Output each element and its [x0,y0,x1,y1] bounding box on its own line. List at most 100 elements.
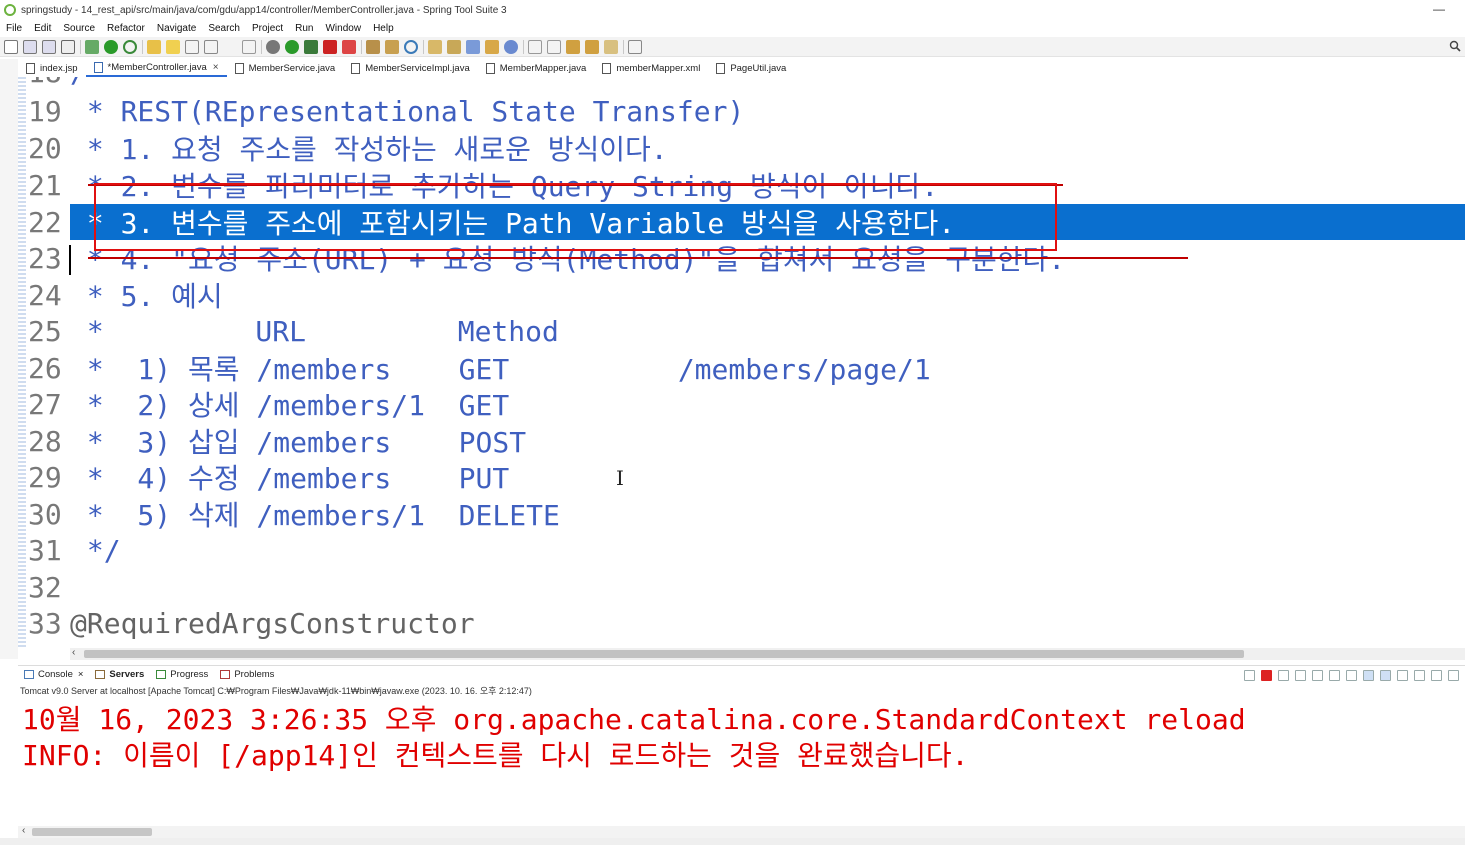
show-on-stdout-icon[interactable] [1363,670,1374,681]
console-horizontal-scrollbar[interactable]: ‹ [18,825,1465,838]
previous-annotation-icon[interactable] [547,39,561,54]
clear-console-icon[interactable] [1312,670,1323,681]
code-line: 27 * 2) 상세 /members/1 GET [26,386,1465,423]
line-number: 33 [28,606,62,640]
scrollbar-thumb[interactable] [32,828,152,836]
tab-member-service-impl[interactable]: MemberServiceImpl.java [343,59,478,77]
terminate-icon[interactable] [1261,670,1272,681]
line-number: 26 [28,351,62,385]
remove-launch-icon[interactable] [1278,670,1289,681]
minimize-button[interactable]: — [1433,2,1445,16]
code-text: * 1) 목록 /members GET /members/page/1 [70,353,931,386]
forward-icon[interactable] [604,39,618,54]
scroll-left-icon[interactable]: ‹ [72,647,75,658]
console-output[interactable]: 10월 16, 2023 3:26:35 오후 org.apache.catal… [18,698,1465,826]
xml-file-icon [602,62,612,74]
tab-index-jsp[interactable]: index.jsp [18,59,86,77]
toolbar-separator [80,39,81,54]
globe-icon[interactable] [504,39,518,54]
menu-navigate[interactable]: Navigate [151,23,202,34]
debug-icon[interactable] [266,39,280,54]
new-class-icon[interactable] [404,39,418,54]
run-icon[interactable] [285,39,299,54]
editor-ruler [18,77,26,647]
coverage-icon[interactable] [304,39,318,54]
pin-editor-icon[interactable] [628,39,642,54]
editor-horizontal-scrollbar[interactable]: ‹ [70,647,1465,660]
open-resource-icon[interactable] [447,39,461,54]
new-java-project-icon[interactable] [366,39,380,54]
scrollbar-thumb[interactable] [84,650,1244,658]
search-icon[interactable] [1449,40,1461,52]
console-process-description: Tomcat v9.0 Server at localhost [Apache … [20,686,532,696]
toolbar-separator [523,39,524,54]
print-icon[interactable] [61,39,75,54]
line-number: 18 [26,77,70,89]
menu-project[interactable]: Project [246,23,289,34]
tab-label: index.jsp [40,62,78,74]
console-log-line: 10월 16, 2023 3:26:35 오후 org.apache.catal… [22,703,1246,736]
block-selection-icon[interactable] [185,39,199,54]
tab-member-service[interactable]: MemberService.java [227,59,344,77]
display-console-icon[interactable] [1397,670,1408,681]
new-package-icon[interactable] [385,39,399,54]
open-folder-icon[interactable] [428,39,442,54]
java-file-icon [351,62,361,74]
menu-file[interactable]: File [0,23,28,34]
debug-skip-icon[interactable] [85,39,99,54]
menu-refactor[interactable]: Refactor [101,23,151,34]
tab-member-controller[interactable]: *MemberController.java × [85,59,227,77]
tab-problems[interactable]: Problems [214,669,280,680]
menu-help[interactable]: Help [367,23,400,34]
line-number: 27 [28,387,62,421]
back-icon[interactable] [585,39,599,54]
open-type-icon[interactable] [147,39,161,54]
remove-all-icon[interactable] [1295,670,1306,681]
minimize-view-icon[interactable] [1431,670,1442,681]
code-editor[interactable]: 18 /* 19 * REST(REpresentational State T… [26,77,1465,645]
tab-member-mapper-xml[interactable]: memberMapper.xml [594,59,708,77]
open-task-icon[interactable] [485,39,499,54]
tab-servers[interactable]: Servers [89,669,150,680]
menu-search[interactable]: Search [202,23,246,34]
menu-window[interactable]: Window [319,23,367,34]
toolbar-separator [142,39,143,54]
show-on-stderr-icon[interactable] [1380,670,1391,681]
refresh-icon[interactable] [123,39,137,54]
tab-pageutil[interactable]: PageUtil.java [708,59,794,77]
pin-console-icon[interactable] [1244,670,1255,681]
word-wrap-icon[interactable] [242,39,256,54]
tab-member-mapper-java[interactable]: MemberMapper.java [478,59,595,77]
word-wrap-icon[interactable] [1346,670,1357,681]
tab-label: *MemberController.java [107,61,207,73]
show-whitespace-icon[interactable] [204,39,218,54]
tab-label: MemberMapper.java [499,62,587,74]
code-text: * 5. 예시 [70,280,223,313]
last-edit-icon[interactable] [566,39,580,54]
menu-source[interactable]: Source [57,23,101,34]
start-server-icon[interactable] [104,39,118,54]
menu-run[interactable]: Run [289,23,319,34]
pilcrow-icon[interactable] [223,40,237,54]
close-icon[interactable]: × [78,669,84,680]
save-all-icon[interactable] [42,39,56,54]
tab-console[interactable]: Console × [18,669,89,680]
close-icon[interactable]: × [213,62,219,73]
scroll-lock-icon[interactable] [1329,670,1340,681]
open-console-icon[interactable] [1414,670,1425,681]
maximize-view-icon[interactable] [1448,670,1459,681]
console-icon [24,670,34,679]
code-text: * 3) 삽입 /members POST [70,426,527,459]
mark-occurrences-icon[interactable] [166,39,180,54]
code-line: 19 * REST(REpresentational State Transfe… [26,93,1465,129]
scroll-left-icon[interactable]: ‹ [22,825,25,836]
external-tools-icon[interactable] [342,39,356,54]
new-file-icon[interactable] [4,39,18,54]
menu-edit[interactable]: Edit [28,23,57,34]
stop-icon[interactable] [323,39,337,54]
tab-progress[interactable]: Progress [150,669,214,680]
code-text: * 1. 요청 주소를 작성하는 새로운 방식이다. [70,133,668,166]
search-tool-icon[interactable] [466,39,480,54]
save-icon[interactable] [23,39,37,54]
next-annotation-icon[interactable] [528,39,542,54]
